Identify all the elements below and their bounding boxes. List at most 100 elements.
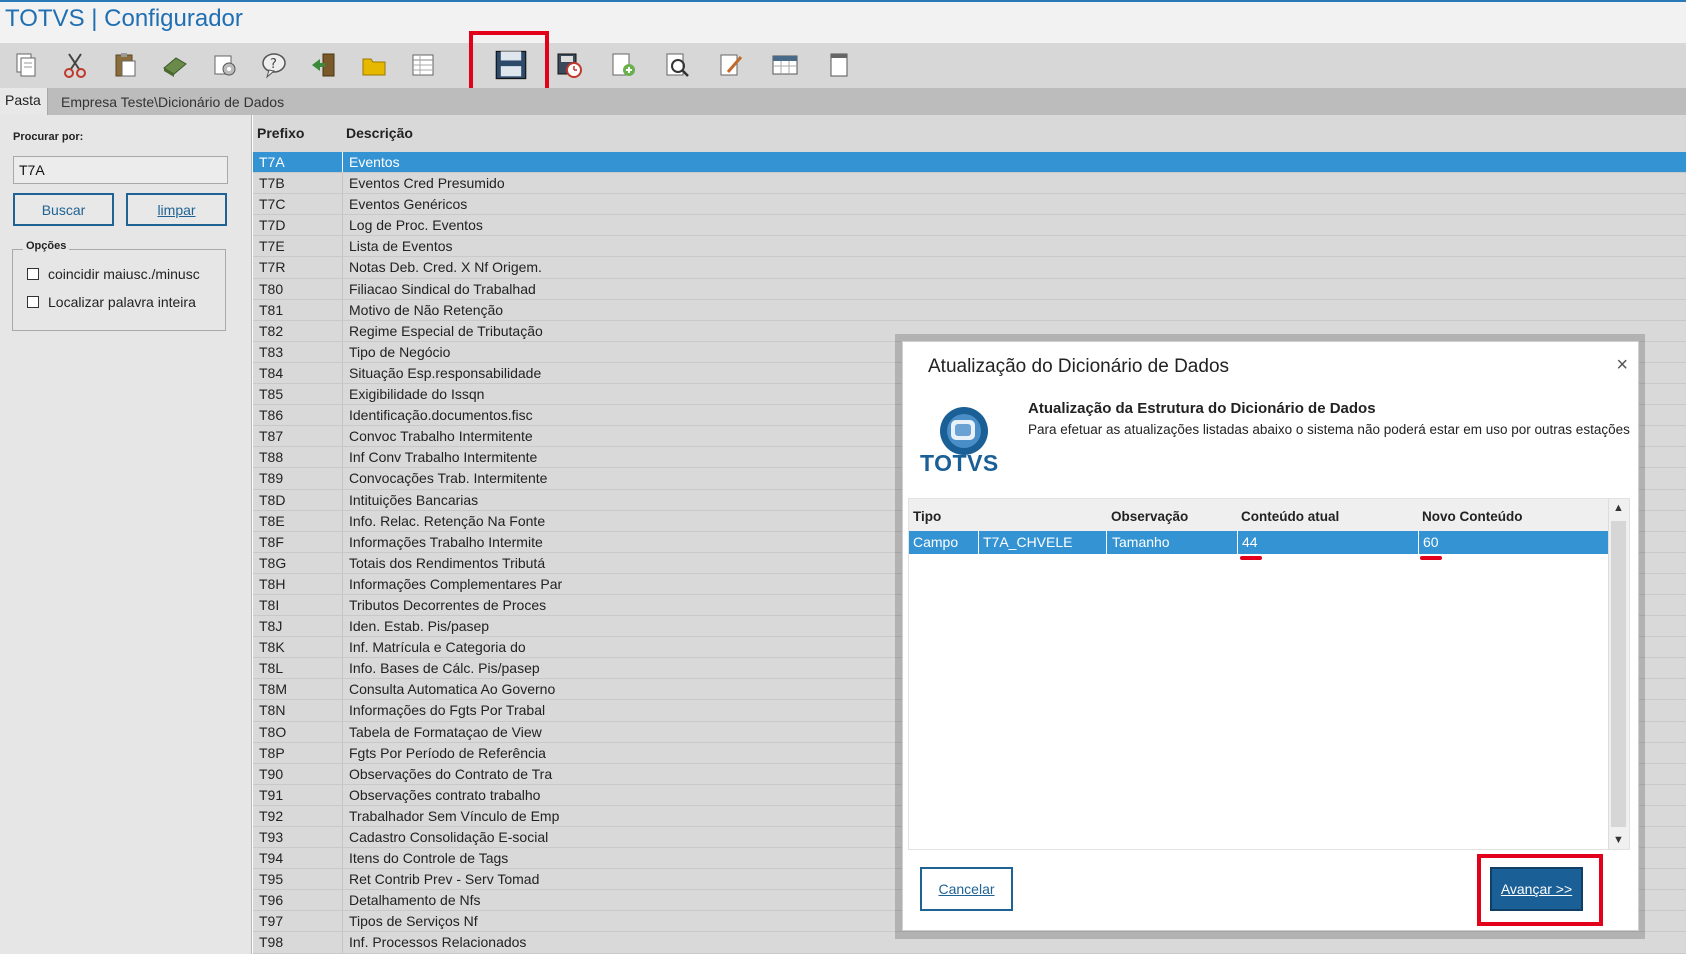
preview-icon[interactable] (659, 48, 695, 82)
copy-icon[interactable] (8, 48, 44, 82)
title-bar: TOTVS | Configurador (0, 0, 1686, 43)
row-descricao: Informações do Fgts Por Trabal (349, 702, 546, 719)
scroll-thumb[interactable] (1611, 521, 1626, 827)
dialog-heading: Atualização da Estrutura do Dicionário d… (1028, 400, 1376, 417)
row-prefixo: T7B (259, 175, 285, 192)
search-panel: Procurar por: T7A Buscar limpar Opções c… (0, 115, 252, 954)
cell-conteudo-atual: 44 (1242, 534, 1258, 550)
row-descricao: Cadastro Consolidação E-social (349, 829, 549, 845)
cancel-button[interactable]: Cancelar (920, 867, 1013, 911)
updates-grid: Tipo Observação Conteúdo atual Novo Cont… (908, 498, 1630, 850)
match-case-label: coincidir maiusc./minusc (48, 266, 200, 282)
next-button[interactable]: Avançar >> (1490, 867, 1583, 911)
cell-novo-conteudo: 60 (1423, 534, 1439, 550)
settings-icon[interactable] (207, 48, 243, 82)
cell-campo: T7A_CHVELE (983, 534, 1073, 550)
svg-text:?: ? (270, 57, 277, 72)
row-descricao: Consulta Automatica Ao Governo (349, 681, 556, 698)
row-descricao: Informações Trabalho Intermite (349, 533, 543, 550)
row-prefixo: T89 (259, 470, 284, 487)
grid-row[interactable]: Campo T7A_CHVELE Tamanho 44 60 (909, 531, 1609, 554)
row-prefixo: T91 (259, 786, 284, 803)
toolbar: ? (0, 43, 1686, 89)
row-descricao: Intituições Bancarias (349, 491, 479, 508)
row-prefixo: T82 (259, 322, 284, 339)
document-icon[interactable] (821, 48, 857, 82)
help-icon[interactable]: ? (256, 48, 292, 82)
row-descricao: Situação Esp.responsabilidade (349, 364, 542, 381)
table-row[interactable]: T80 Filiacao Sindical do Trabalhad (253, 278, 1686, 300)
row-prefixo: T87 (259, 428, 284, 445)
column-header-descricao[interactable]: Descrição (346, 125, 413, 141)
add-document-icon[interactable] (605, 48, 641, 82)
row-descricao: Ret Contrib Prev - Serv Tomad (349, 871, 540, 888)
row-prefixo: T84 (259, 364, 284, 381)
grid-header-novo-conteudo[interactable]: Novo Conteúdo (1422, 509, 1523, 524)
row-prefixo: T8P (259, 744, 285, 761)
grid-header-observacao[interactable]: Observação (1111, 509, 1188, 524)
column-header-prefixo[interactable]: Prefixo (257, 125, 304, 141)
row-prefixo: T98 (259, 934, 284, 951)
whole-word-checkbox[interactable] (27, 296, 39, 308)
row-prefixo: T8G (259, 554, 287, 571)
row-descricao: Fgts Por Período de Referência (349, 744, 546, 761)
save-highlight-box (469, 31, 549, 96)
row-prefixo: T86 (259, 407, 284, 424)
row-prefixo: T7C (259, 196, 286, 213)
table-row[interactable]: T81 Motivo de Não Retenção (253, 299, 1686, 321)
app-title: TOTVS | Configurador (5, 5, 243, 32)
grid-header-conteudo-atual[interactable]: Conteúdo atual (1241, 509, 1339, 524)
buscar-button[interactable]: Buscar (13, 193, 114, 226)
grid-scrollbar[interactable]: ▲ ▼ (1608, 499, 1629, 849)
tab-pasta[interactable]: Pasta (0, 88, 48, 115)
row-descricao: Info. Relac. Retenção Na Fonte (349, 512, 546, 529)
row-descricao: Info. Bases de Cálc. Pis/pasep (349, 660, 540, 677)
breadcrumb: Empresa Teste\Dicionário de Dados (61, 94, 285, 110)
scroll-down-icon[interactable]: ▼ (1613, 834, 1624, 846)
grid-header-tipo[interactable]: Tipo (913, 509, 941, 524)
limpar-button[interactable]: limpar (126, 193, 227, 226)
schedule-icon[interactable] (551, 48, 587, 82)
table-row[interactable]: T7E Lista de Eventos (253, 236, 1686, 258)
cut-icon[interactable] (57, 48, 93, 82)
row-prefixo: T8N (259, 702, 286, 719)
match-case-checkbox[interactable] (27, 268, 39, 280)
row-prefixo: T8J (259, 618, 283, 635)
row-descricao: Informações Complementares Par (349, 575, 563, 592)
exit-icon[interactable] (306, 48, 342, 82)
table-row[interactable]: T7D Log de Proc. Eventos (253, 215, 1686, 237)
row-prefixo: T88 (259, 449, 284, 466)
table-row[interactable]: T7B Eventos Cred Presumido (253, 173, 1686, 195)
row-descricao: Iden. Estab. Pis/pasep (349, 618, 490, 635)
row-descricao: Convocações Trab. Intermitente (349, 470, 548, 487)
folder-icon[interactable] (356, 48, 392, 82)
edit-icon[interactable] (713, 48, 749, 82)
paste-icon[interactable] (107, 48, 143, 82)
table-row[interactable]: T7R Notas Deb. Cred. X Nf Origem. (253, 257, 1686, 279)
tab-row: Pasta Empresa Teste\Dicionário de Dados (0, 88, 1686, 115)
close-icon[interactable]: × (1616, 354, 1628, 377)
whole-word-option[interactable]: Localizar palavra inteira (27, 294, 196, 310)
row-descricao: Exigibilidade do Issqn (349, 386, 485, 403)
row-prefixo: T90 (259, 765, 284, 782)
search-input[interactable]: T7A (13, 156, 228, 184)
match-case-option[interactable]: coincidir maiusc./minusc (27, 266, 200, 282)
cell-observacao: Tamanho (1112, 534, 1170, 550)
row-prefixo: T80 (259, 280, 284, 297)
atual-underline-mark (1240, 556, 1262, 560)
row-prefixo: T8E (259, 512, 285, 529)
row-descricao: Motivo de Não Retenção (349, 301, 504, 318)
options-group: Opções coincidir maiusc./minusc Localiza… (12, 240, 226, 331)
table-row[interactable]: T7A Eventos (253, 152, 1686, 174)
table-icon[interactable] (405, 48, 441, 82)
row-descricao: Inf Conv Trabalho Intermitente (349, 449, 538, 466)
table-row[interactable]: T7C Eventos Genéricos (253, 194, 1686, 216)
row-descricao: Inf. Processos Relacionados (349, 934, 527, 951)
row-descricao: Inf. Matrícula e Categoria do (349, 639, 526, 656)
scroll-up-icon[interactable]: ▲ (1613, 502, 1624, 514)
calendar-icon[interactable] (767, 48, 803, 82)
row-descricao: Observações do Contrato de Tra (349, 765, 553, 782)
eraser-icon[interactable] (157, 48, 193, 82)
list-header: Prefixo Descrição (253, 115, 1686, 152)
row-descricao: Totais dos Rendimentos Tributá (349, 554, 546, 571)
